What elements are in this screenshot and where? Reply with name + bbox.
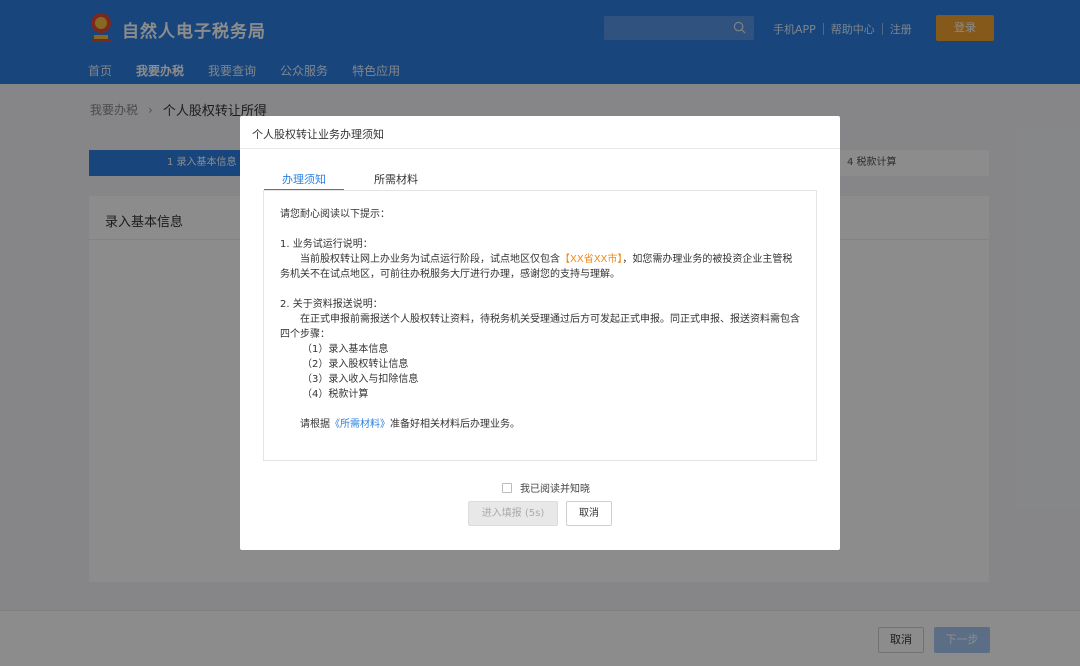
agree-checkbox[interactable] <box>502 482 512 493</box>
list-item: （1）录入基本信息 <box>302 344 389 355</box>
notice-intro: 请您耐心阅读以下提示： <box>280 209 390 220</box>
agree-label[interactable]: 我已阅读并知晓 <box>520 480 590 495</box>
list-item: （4）税款计算 <box>302 389 369 400</box>
tab-notice[interactable]: 办理须知 <box>264 171 344 191</box>
section1-text: 当前股权转让网上办业务为试点运行阶段，试点地区仅包含【XX省XX市】，如您需办理… <box>280 254 793 280</box>
closing-text: 请根据《所需材料》准备好相关材料后办理业务。 <box>300 419 520 430</box>
section2-text: 在正式申报前需报送个人股权转让资料，待税务机关受理通过后方可发起正式申报。同正式… <box>280 314 800 340</box>
tab-materials[interactable]: 所需材料 <box>368 171 424 187</box>
region-highlight: 【XX省XX市】 <box>560 254 623 265</box>
agree-row: 我已阅读并知晓 <box>502 480 590 495</box>
notice-modal: 个人股权转让业务办理须知 办理须知 所需材料 请您耐心阅读以下提示： 1. 业务… <box>240 116 840 550</box>
modal-title: 个人股权转让业务办理须知 <box>252 128 384 141</box>
modal-header: 个人股权转让业务办理须知 <box>240 116 840 149</box>
list-item: （3）录入收入与扣除信息 <box>302 374 419 385</box>
section2-title: 2. 关于资料报送说明： <box>280 299 383 310</box>
notice-content: 请您耐心阅读以下提示： 1. 业务试运行说明： 当前股权转让网上办业务为试点运行… <box>263 190 817 461</box>
materials-link[interactable]: 《所需材料》 <box>330 419 390 430</box>
modal-cancel-button[interactable]: 取消 <box>566 501 612 526</box>
list-item: （2）录入股权转让信息 <box>302 359 409 370</box>
enter-filing-button[interactable]: 进入填报 (5s) <box>468 501 558 526</box>
section1-title: 1. 业务试运行说明： <box>280 239 373 250</box>
